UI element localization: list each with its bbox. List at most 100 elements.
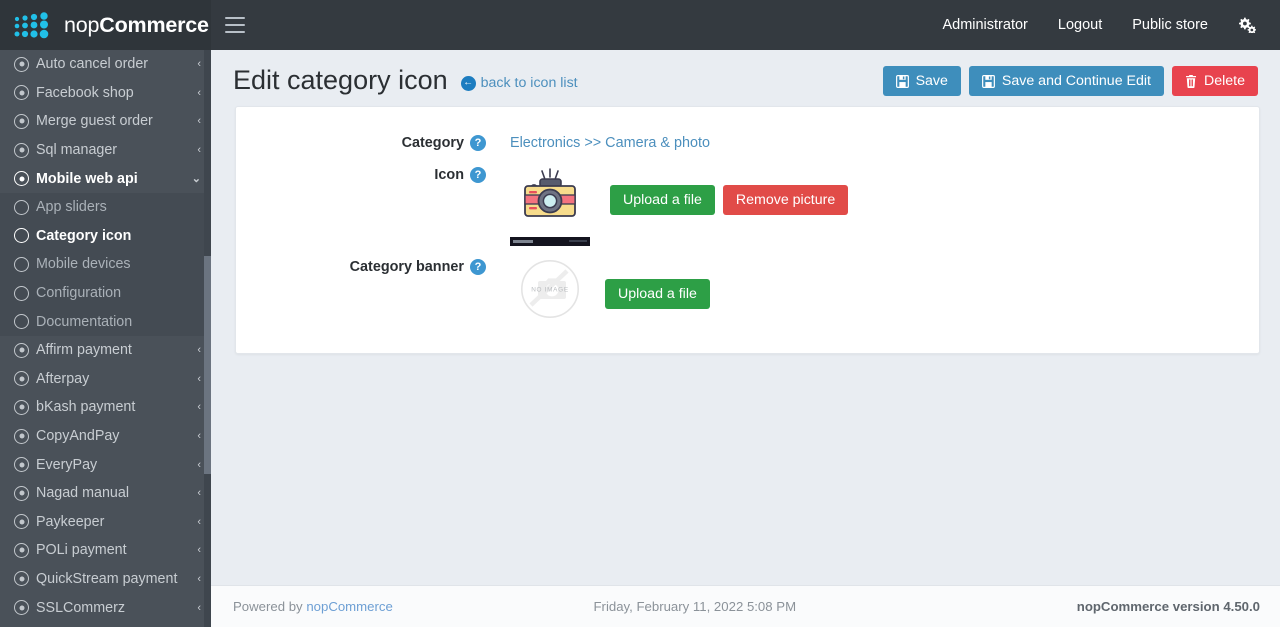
sidebar-link-auto-cancel-order[interactable]: Auto cancel order ‹ (0, 50, 211, 79)
hamburger-icon[interactable] (225, 17, 245, 33)
sidebar-link-copyandpay[interactable]: CopyAndPay ‹ (0, 422, 211, 451)
sidebar-subitem-label: Documentation (36, 313, 133, 330)
radio-empty-icon (14, 285, 36, 301)
question-circle-icon[interactable]: ? (470, 259, 486, 276)
icon-picture-block: Upload a file Remove picture (510, 167, 849, 247)
trash-icon (1185, 74, 1197, 88)
radio-filled-icon (14, 142, 36, 158)
sidebar-item-label: Facebook shop (36, 84, 134, 101)
floppy-save-icon (895, 74, 909, 88)
remove-picture-button[interactable]: Remove picture (722, 185, 849, 216)
icon-label: Icon (434, 167, 464, 184)
icon-label-cell: Icon ? (236, 167, 496, 184)
cogs-icon[interactable] (1223, 17, 1266, 33)
radio-filled-icon (14, 542, 36, 558)
category-banner-value-cell: NO IMAGE Upload a file (496, 259, 710, 319)
sidebar-subitem-label: App sliders (36, 199, 107, 216)
sidebar-subitem-label: Category icon (36, 227, 132, 244)
chevron-icon: ‹ (197, 372, 201, 385)
save-button[interactable]: Save (882, 66, 961, 97)
sidebar-item-poli-payment: POLi payment ‹ (0, 536, 211, 565)
sidebar-item-sslcommerz: SSLCommerz ‹ (0, 593, 211, 622)
banner-thumbnail[interactable]: NO IMAGE (510, 259, 590, 319)
sidebar-subitem-label: Mobile devices (36, 256, 131, 273)
radio-filled-icon (14, 428, 36, 444)
radio-filled-icon (14, 399, 36, 415)
delete-button[interactable]: Delete (1171, 66, 1258, 97)
sidebar-item-label: bKash payment (36, 399, 136, 416)
page-footer: Powered by nopCommerce Friday, February … (211, 585, 1280, 627)
sidebar-scrollbar-thumb[interactable] (204, 256, 211, 474)
footer-powered-by-prefix: Powered by (233, 599, 307, 614)
sidebar-sublink-category-icon[interactable]: Category icon (0, 222, 211, 251)
chevron-icon: ‹ (197, 58, 201, 71)
sidebar-item-mobile-web-api: Mobile web api ⌄ (0, 164, 211, 193)
top-navbar: nopCommerce Administrator Logout Public … (0, 0, 1280, 50)
navbar-right: Administrator Logout Public store (927, 0, 1280, 50)
edit-category-icon-panel: Category ? Electronics >> Camera & photo… (235, 106, 1260, 355)
sidebar-link-mobile-web-api[interactable]: Mobile web api ⌄ (0, 164, 211, 193)
sidebar-link-sslcommerz[interactable]: SSLCommerz ‹ (0, 593, 211, 622)
sidebar-item-everypay: EveryPay ‹ (0, 450, 211, 479)
logout-link[interactable]: Logout (1043, 0, 1117, 50)
back-to-icon-list-link[interactable]: ← back to icon list (460, 75, 578, 91)
sidebar-item-sql-manager: Sql manager ‹ (0, 136, 211, 165)
sidebar-link-sql-manager[interactable]: Sql manager ‹ (0, 136, 211, 165)
sidebar-sublink-configuration[interactable]: Configuration (0, 279, 211, 308)
sidebar-item-label: Afterpay (36, 370, 90, 387)
sidebar-link-paykeeper[interactable]: Paykeeper ‹ (0, 508, 211, 537)
sidebar-scrollbar[interactable] (204, 50, 211, 627)
radio-filled-icon (14, 342, 36, 358)
sidebar-link-facebook-shop[interactable]: Facebook shop ‹ (0, 79, 211, 108)
public-store-link[interactable]: Public store (1117, 0, 1223, 50)
radio-filled-icon (14, 600, 36, 616)
camera-illustration-icon (517, 167, 583, 230)
radio-filled-icon (14, 485, 36, 501)
sidebar-subitem-mobile-devices: Mobile devices (0, 250, 211, 279)
sidebar-item-label: QuickStream payment (36, 570, 178, 587)
sidebar-scroll-region[interactable]: Auto cancel order ‹ Facebook shop ‹ Merge gu… (0, 50, 211, 627)
sidebar-link-everypay[interactable]: EveryPay ‹ (0, 450, 211, 479)
icon-picture-actions: Upload a file Remove picture (610, 185, 849, 216)
sidebar-item-quickstream-payment: QuickStream payment ‹ (0, 565, 211, 594)
sidebar-item-copyandpay: CopyAndPay ‹ (0, 422, 211, 451)
radio-filled-icon (14, 113, 36, 129)
radio-filled-icon (14, 85, 36, 101)
sidebar-link-affirm-payment[interactable]: Affirm payment ‹ (0, 336, 211, 365)
banner-upload-a-file-button[interactable]: Upload a file (605, 279, 710, 310)
chevron-icon: ‹ (197, 144, 201, 157)
sidebar-link-merge-guest-order[interactable]: Merge guest order ‹ (0, 107, 211, 136)
icon-upload-a-file-button[interactable]: Upload a file (610, 185, 715, 216)
navbar-user-label: Administrator (942, 17, 1028, 33)
save-and-continue-edit-button[interactable]: Save and Continue Edit (968, 66, 1164, 97)
sidebar-item-facebook-shop: Facebook shop ‹ (0, 79, 211, 108)
brand-name-bold: Commerce (99, 12, 209, 37)
sidebar-link-quickstream-payment[interactable]: QuickStream payment ‹ (0, 565, 211, 594)
main-content: Edit category icon ← back to icon list S… (211, 50, 1280, 627)
question-circle-icon[interactable]: ? (470, 135, 486, 152)
sidebar-link-afterpay[interactable]: Afterpay ‹ (0, 365, 211, 394)
sidebar-subitem-category-icon: Category icon (0, 222, 211, 251)
banner-picture-actions: Upload a file (605, 279, 710, 310)
sidebar-sublink-mobile-devices[interactable]: Mobile devices (0, 250, 211, 279)
icon-thumbnail[interactable] (510, 167, 590, 247)
chevron-icon: ⌄ (191, 173, 201, 186)
navbar-left (211, 0, 257, 50)
brand-name-light: nop (64, 12, 100, 37)
brand-logo[interactable]: nopCommerce (0, 0, 211, 50)
chevron-icon: ‹ (197, 515, 201, 528)
sidebar-link-bkash-payment[interactable]: bKash payment ‹ (0, 393, 211, 422)
sidebar-item-paykeeper: Paykeeper ‹ (0, 508, 211, 537)
category-link[interactable]: Electronics >> Camera & photo (510, 135, 710, 151)
sidebar-item-label: Nagad manual (36, 485, 129, 502)
sidebar-link-poli-payment[interactable]: POLi payment ‹ (0, 536, 211, 565)
radio-filled-icon (14, 514, 36, 530)
radio-empty-icon (14, 256, 36, 272)
question-circle-icon[interactable]: ? (470, 167, 486, 184)
sidebar-item-label: Mobile web api (36, 170, 138, 187)
sidebar-sublink-app-sliders[interactable]: App sliders (0, 193, 211, 222)
chevron-icon: ‹ (197, 86, 201, 99)
sidebar-link-nagad-manual[interactable]: Nagad manual ‹ (0, 479, 211, 508)
sidebar-sublink-documentation[interactable]: Documentation (0, 307, 211, 336)
icon-value-cell: Upload a file Remove picture (496, 167, 849, 247)
